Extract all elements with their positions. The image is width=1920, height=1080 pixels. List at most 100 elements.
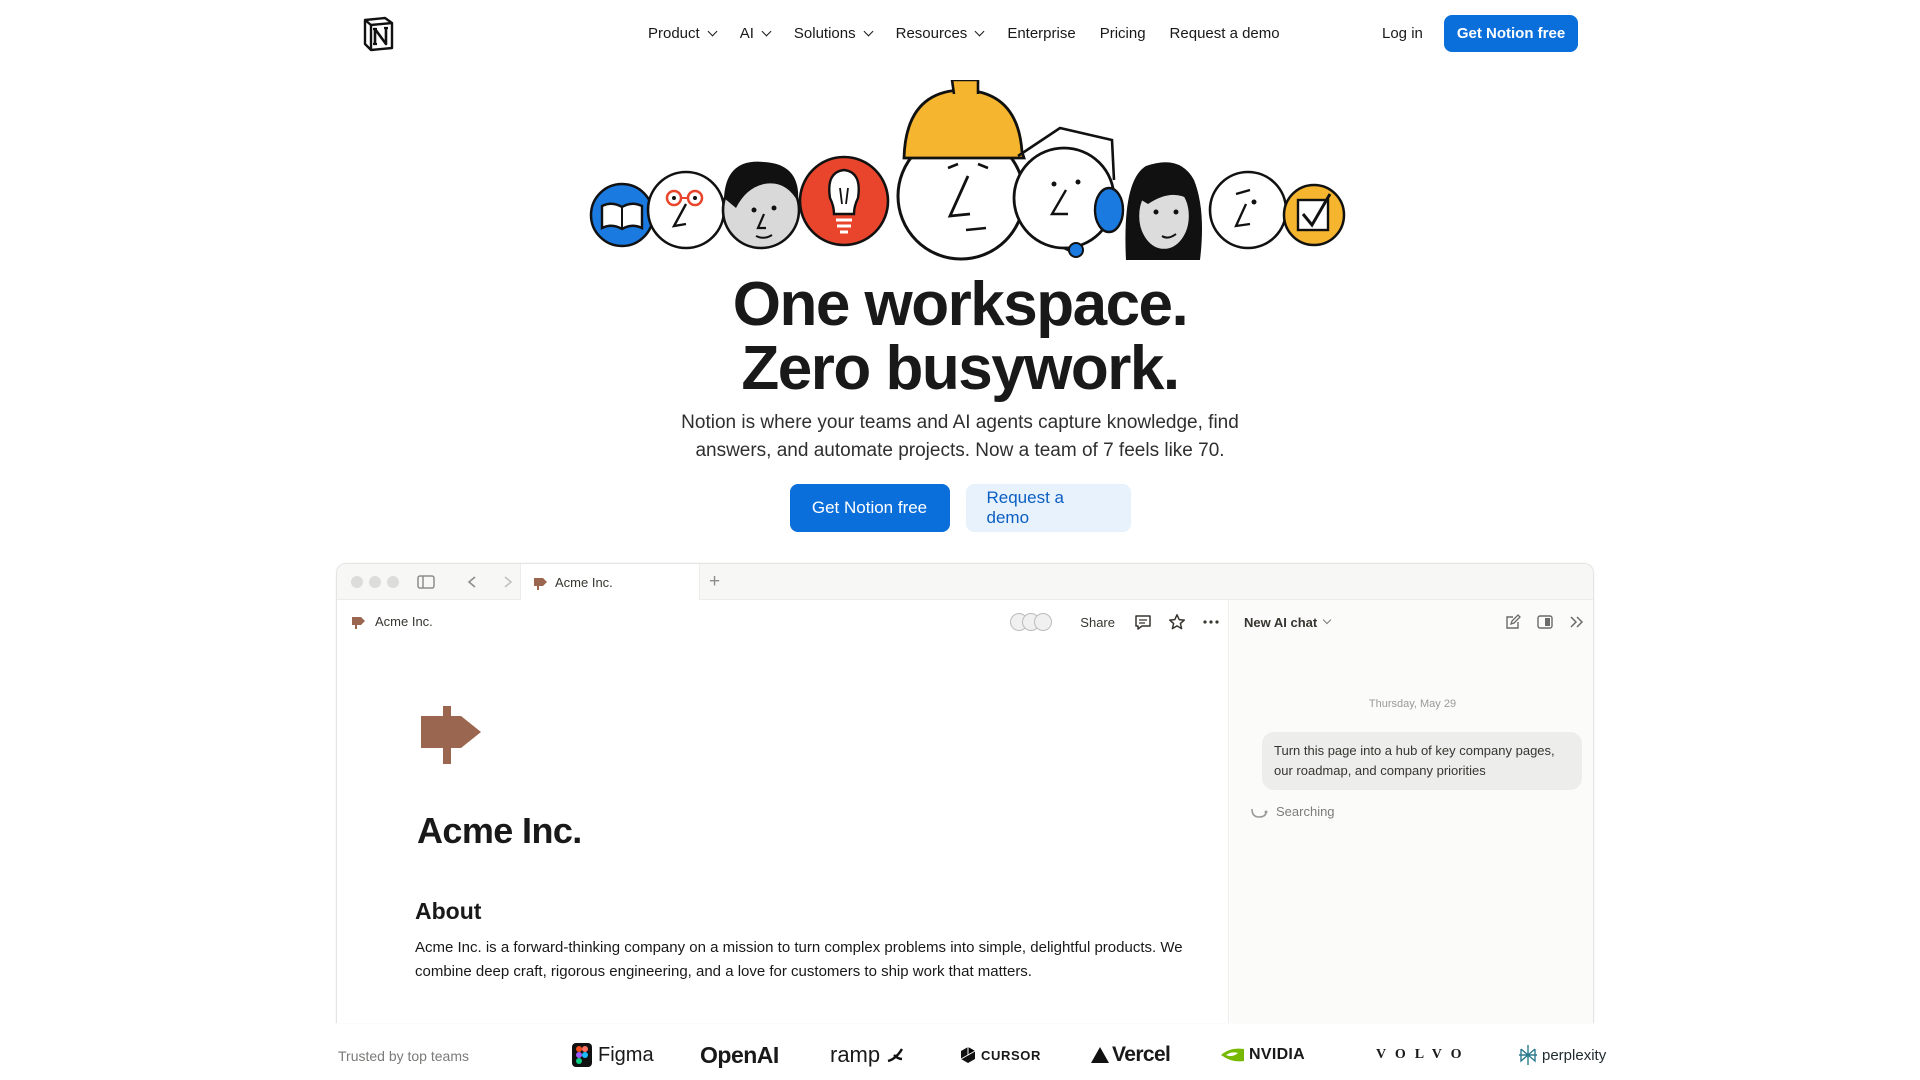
hero-subtitle-line-1: Notion is where your teams and AI agents…: [681, 412, 1239, 433]
hero-title-line-2: Zero busywork.: [741, 334, 1180, 403]
ai-chat-panel: New AI chat Thursday, May 29 Turn this p…: [1230, 600, 1593, 1023]
chevron-down-icon: [974, 26, 985, 36]
hero-buttons: Get Notion free Request a demo: [0, 484, 1920, 532]
more-options-icon[interactable]: [1201, 612, 1221, 632]
vercel-wordmark: Vercel: [1112, 1043, 1171, 1066]
trusted-by-label: Trusted by top teams: [338, 1048, 469, 1064]
new-chat-edit-icon[interactable]: [1503, 612, 1523, 632]
nvidia-eye-icon: [1221, 1048, 1244, 1062]
volvo-logo[interactable]: VOLVO: [1376, 1040, 1471, 1070]
nav-pricing-label: Pricing: [1099, 24, 1146, 42]
collapse-panel-icon[interactable]: [1567, 612, 1587, 632]
hero-title-line-1: One workspace.: [732, 270, 1189, 339]
collaborator-avatars[interactable]: [1010, 613, 1053, 631]
hero-faces-illustration: [589, 80, 1346, 261]
page-heading-about: About: [415, 898, 482, 924]
nav-resources-label: Resources: [895, 24, 968, 42]
page-body-text: Acme Inc. is a forward-thinking company …: [415, 939, 1183, 980]
window-maximize-dot[interactable]: [387, 576, 399, 588]
customer-logos: Figma OpenAI ramp CURSOR Vercel NVIDIA V…: [568, 1040, 1608, 1070]
ai-chat-title-dropdown[interactable]: New AI chat: [1244, 600, 1332, 644]
cursor-wordmark: CURSOR: [981, 1047, 1041, 1063]
document-panel: Acme Inc. Share Acme Inc. About Acme Inc…: [337, 600, 1229, 1023]
get-notion-free-button[interactable]: Get Notion free: [1444, 15, 1578, 52]
nav-ai[interactable]: AI: [728, 16, 782, 50]
nav-product[interactable]: Product: [636, 16, 728, 50]
ai-chat-status-label: Searching: [1276, 804, 1335, 819]
lightbulb-icon: [798, 155, 890, 247]
document-topbar: Acme Inc. Share: [337, 600, 1229, 644]
hero-request-demo-button[interactable]: Request a demo: [965, 484, 1131, 532]
cursor-icon: [960, 1047, 976, 1063]
window-close-dot[interactable]: [351, 576, 363, 588]
ramp-icon: [887, 1048, 904, 1063]
breadcrumb[interactable]: Acme Inc.: [351, 614, 433, 629]
avatar: [1034, 613, 1053, 631]
checkbox-doodle-icon: [1282, 183, 1346, 247]
ai-chat-tools: [1503, 600, 1587, 644]
hero-get-notion-free-button[interactable]: Get Notion free: [789, 484, 950, 532]
signpost-icon: [534, 577, 547, 590]
searching-spinner-icon: [1251, 808, 1268, 818]
nav-solutions-label: Solutions: [793, 24, 856, 42]
nvidia-wordmark: NVIDIA: [1249, 1046, 1306, 1063]
hero-subtitle: Notion is where your teams and AI agents…: [0, 409, 1920, 465]
page-title: Acme Inc.: [417, 810, 582, 851]
app-window-preview: Acme Inc. + Acme Inc. Share Acme Inc. Ab…: [336, 563, 1594, 1023]
book-face-icon: [589, 182, 655, 248]
nav-resources[interactable]: Resources: [884, 16, 996, 50]
login-link[interactable]: Log in: [1370, 16, 1435, 50]
vercel-logo[interactable]: Vercel: [1090, 1040, 1171, 1070]
breadcrumb-label: Acme Inc.: [375, 614, 433, 629]
chevron-down-icon: [707, 26, 718, 36]
comment-icon[interactable]: [1133, 612, 1153, 632]
headset-face-icon: [1012, 126, 1125, 258]
perplexity-icon: [1519, 1045, 1537, 1065]
nav-solutions[interactable]: Solutions: [782, 16, 884, 50]
chevron-down-icon: [1322, 615, 1332, 625]
side-face-icon: [1208, 170, 1288, 250]
perplexity-logo[interactable]: perplexity: [1518, 1040, 1606, 1070]
notion-logo-icon[interactable]: [358, 14, 398, 54]
tab-title: Acme Inc.: [555, 575, 613, 590]
forward-arrow-icon[interactable]: [503, 576, 513, 588]
star-icon[interactable]: [1167, 612, 1187, 632]
signpost-icon: [352, 616, 365, 629]
figma-logo[interactable]: Figma: [572, 1040, 654, 1070]
hero-title: One workspace. Zero busywork.: [0, 273, 1920, 401]
ramp-logo[interactable]: ramp: [830, 1040, 904, 1070]
new-tab-plus-icon[interactable]: +: [709, 564, 720, 600]
nav-links: Product AI Solutions Resources Enterpris…: [636, 0, 1292, 66]
page-signpost-icon[interactable]: [421, 706, 483, 766]
back-arrow-icon[interactable]: [467, 576, 477, 588]
volvo-wordmark: VOLVO: [1376, 1047, 1471, 1062]
vercel-triangle-icon: [1091, 1047, 1109, 1063]
window-titlebar: Acme Inc. +: [337, 564, 1593, 601]
figma-wordmark: Figma: [598, 1043, 654, 1066]
cursor-logo[interactable]: CURSOR: [960, 1040, 1041, 1070]
ai-chat-date: Thursday, May 29: [1368, 698, 1457, 710]
top-nav: Product AI Solutions Resources Enterpris…: [0, 0, 1920, 66]
sidebar-toggle-icon[interactable]: [417, 575, 435, 589]
ai-chat-user-message: Turn this page into a hub of key company…: [1262, 732, 1582, 790]
ai-chat-title: New AI chat: [1244, 614, 1318, 630]
share-button[interactable]: Share: [1076, 615, 1119, 630]
tab-acme-inc[interactable]: Acme Inc.: [520, 564, 700, 601]
nav-pricing[interactable]: Pricing: [1088, 16, 1158, 50]
panel-layout-icon[interactable]: [1535, 612, 1555, 632]
glasses-face-icon: [646, 170, 726, 250]
ramp-wordmark: ramp: [830, 1042, 881, 1067]
ai-chat-status: Searching: [1250, 804, 1335, 819]
openai-wordmark: OpenAI: [700, 1041, 779, 1068]
hero-subtitle-line-2: answers, and automate projects. Now a te…: [695, 440, 1225, 461]
nvidia-logo[interactable]: NVIDIA: [1220, 1040, 1305, 1070]
document-actions: Share: [1010, 600, 1221, 644]
nav-request-demo-label: Request a demo: [1169, 24, 1280, 42]
window-minimize-dot[interactable]: [369, 576, 381, 588]
openai-logo[interactable]: OpenAI: [700, 1040, 779, 1070]
nav-enterprise-label: Enterprise: [1007, 24, 1076, 42]
nav-request-demo[interactable]: Request a demo: [1158, 16, 1292, 50]
chevron-down-icon: [863, 26, 874, 36]
nav-enterprise[interactable]: Enterprise: [995, 16, 1087, 50]
perplexity-wordmark: perplexity: [1542, 1046, 1607, 1064]
